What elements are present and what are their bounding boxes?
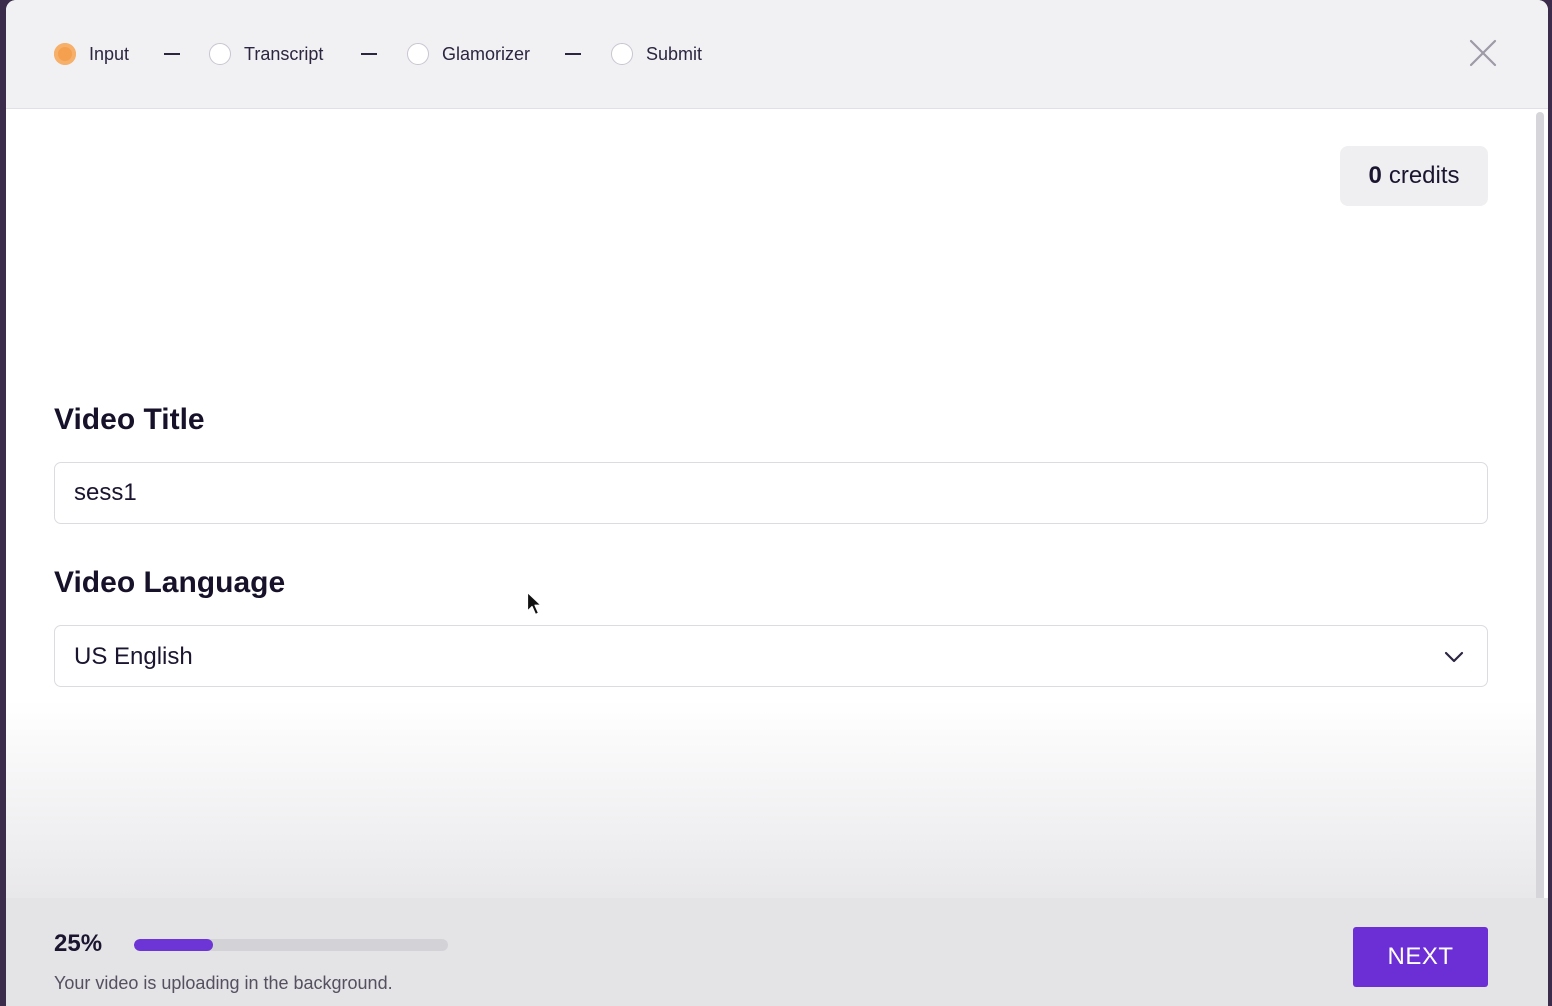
upload-progress-percent: 25% <box>54 930 103 957</box>
mouse-pointer-icon <box>526 591 542 616</box>
selected-language: US English <box>74 643 193 670</box>
step-transcript[interactable]: Transcript <box>209 40 323 68</box>
step-indicator <box>209 43 231 65</box>
video-title-label: Video Title <box>54 403 205 436</box>
next-button[interactable]: NEXT <box>1353 927 1488 987</box>
step-label: Input <box>89 43 130 64</box>
step-indicator <box>611 43 633 65</box>
video-language-label: Video Language <box>54 566 286 599</box>
step-separator <box>361 53 377 55</box>
upload-modal: Input Transcript Glamorizer Submit 0 cre… <box>6 0 1548 1006</box>
video-title-input[interactable] <box>54 462 1488 524</box>
step-separator <box>565 53 581 55</box>
chevron-down-icon <box>1444 651 1464 663</box>
step-label: Transcript <box>244 43 324 64</box>
close-button[interactable] <box>1468 38 1498 68</box>
upload-status-text: Your video is uploading in the backgroun… <box>54 973 393 993</box>
step-separator <box>164 53 180 55</box>
step-submit[interactable]: Submit <box>611 40 702 68</box>
upload-progress-fill <box>134 939 213 951</box>
step-indicator-active <box>54 43 76 65</box>
step-label: Submit <box>646 43 703 64</box>
video-language-select[interactable]: US English <box>54 625 1488 687</box>
scrollbar[interactable] <box>1536 112 1544 986</box>
close-icon <box>1469 39 1497 67</box>
credits-badge: 0 credits <box>1340 146 1488 206</box>
step-glamorizer[interactable]: Glamorizer <box>407 40 530 68</box>
step-label: Glamorizer <box>442 43 531 64</box>
step-input[interactable]: Input <box>54 40 129 68</box>
footer-bar: 25% Your video is uploading in the backg… <box>6 898 1548 1006</box>
stepper: Input Transcript Glamorizer Submit <box>6 0 1548 109</box>
step-indicator <box>407 43 429 65</box>
content-fade <box>6 700 1536 898</box>
credits-unit: credits <box>1388 162 1460 189</box>
credits-count: 0 <box>1368 162 1382 189</box>
upload-progress-bar <box>134 939 448 951</box>
